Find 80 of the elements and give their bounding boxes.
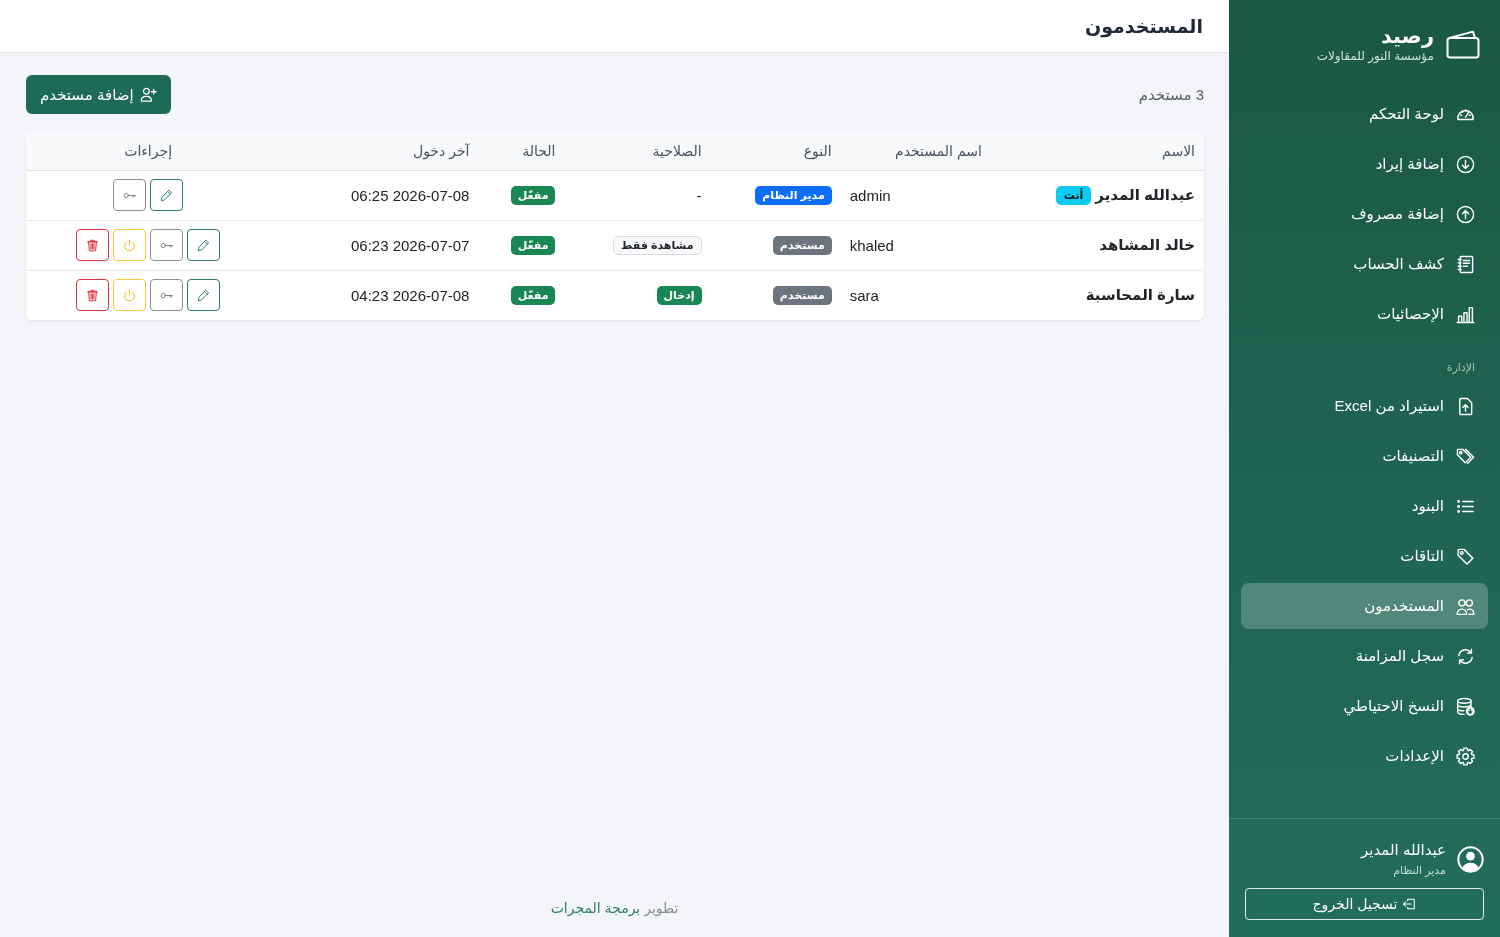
permission-badge: مشاهدة فقط (613, 236, 702, 255)
arrow-up-circle-icon (1456, 204, 1475, 224)
nav-item[interactable]: النسخ الاحتياطي (1241, 683, 1488, 729)
nav-item[interactable]: سجل المزامنة (1241, 633, 1488, 679)
user-name: خالد المشاهد (1099, 236, 1195, 254)
logout-button[interactable]: تسجيل الخروج (1245, 888, 1484, 920)
notebook-icon (1456, 254, 1475, 274)
section-heading: الإدارة (1445, 360, 1476, 376)
add-user-button[interactable]: إضافة مستخدم (26, 75, 171, 114)
nav-item[interactable]: إضافة إيراد (1241, 141, 1488, 187)
column-header: إجراءات (26, 132, 271, 170)
last-login-time: 04:23 2026-07-08 (351, 286, 470, 304)
page-title: المستخدمون (1084, 14, 1203, 38)
nav-item[interactable]: البنود (1241, 483, 1488, 529)
developer-link[interactable]: برمجة المجرات (550, 900, 641, 916)
column-header: النوع (710, 132, 841, 170)
tags-icon (1456, 446, 1475, 466)
trash-icon (86, 238, 100, 252)
power-icon (123, 288, 137, 302)
nav-item[interactable]: المستخدمون (1241, 583, 1488, 629)
settings-icon (1456, 746, 1475, 766)
arrow-down-circle-icon (1456, 154, 1475, 174)
wallet-icon (1446, 29, 1480, 59)
database-icon (1456, 696, 1475, 716)
people-icon (1456, 596, 1475, 616)
role-badge: مستخدم (772, 286, 832, 306)
power-icon (123, 238, 137, 252)
nav-item[interactable]: التصنيفات (1241, 433, 1488, 479)
nav-item[interactable]: كشف الحساب (1241, 241, 1488, 287)
nav-item[interactable]: الإحصائيات (1241, 291, 1488, 337)
username: sara (849, 286, 879, 304)
permission-text: - (696, 186, 702, 204)
password-button[interactable] (150, 229, 184, 261)
last-login-time: 06:25 2026-07-08 (351, 186, 470, 204)
brand-subtitle: مؤسسة النور للمقاولات (1316, 48, 1434, 64)
trash-icon (86, 288, 100, 302)
edit-button[interactable] (150, 179, 184, 211)
edit-button[interactable] (187, 229, 221, 261)
column-header: اسم المستخدم (840, 132, 991, 170)
column-header: الحالة (478, 132, 565, 170)
user-name: سارة المحاسبة (1085, 286, 1195, 305)
username: khaled (849, 236, 894, 254)
status-badge: مفعّل (510, 286, 556, 306)
role-badge: مدير النظام (755, 186, 832, 205)
brand-title: رصيد (1379, 24, 1434, 48)
pencil-icon (160, 188, 174, 202)
column-header: الصلاحية (564, 132, 711, 170)
nav-item[interactable]: استيراد من Excel (1241, 383, 1488, 429)
status-badge: مفعّل (510, 186, 556, 205)
user-name: عبدالله المدير (1095, 186, 1195, 204)
bar-chart-icon (1456, 304, 1475, 324)
logout-icon (1402, 897, 1417, 911)
status-badge: مفعّل (510, 236, 556, 255)
column-header: آخر دخول (270, 132, 479, 170)
user-count: 3 مستخدم (1138, 85, 1204, 104)
footer-credit: تطوير برمجة المجرات (550, 900, 679, 917)
user-role: مدير النظام (1392, 863, 1446, 878)
user-plus-icon (139, 86, 157, 103)
nav-item[interactable]: التاقات (1241, 533, 1488, 579)
delete-button[interactable] (76, 229, 110, 261)
role-badge: مستخدم (772, 236, 832, 255)
you-badge: أنت (1055, 185, 1092, 205)
column-header: الاسم (990, 132, 1204, 170)
tag-icon (1456, 546, 1475, 566)
pencil-icon (197, 238, 211, 252)
person-circle-icon (1457, 845, 1484, 873)
user-name: عبدالله المدير (1361, 840, 1446, 860)
nav-item[interactable]: لوحة التحكم (1241, 91, 1488, 137)
last-login-time: 06:23 2026-07-07 (351, 236, 470, 254)
refresh-icon (1456, 646, 1475, 666)
permission-badge: إدخال (656, 286, 702, 306)
pencil-icon (197, 288, 211, 302)
password-button[interactable] (113, 179, 147, 211)
edit-button[interactable] (187, 279, 221, 312)
nav-item[interactable]: إضافة مصروف (1241, 191, 1488, 237)
username: admin (849, 186, 891, 204)
delete-button[interactable] (76, 279, 110, 312)
password-button[interactable] (150, 279, 184, 312)
nav-item[interactable]: الإعدادات (1241, 733, 1488, 779)
file-upload-icon (1456, 396, 1475, 416)
